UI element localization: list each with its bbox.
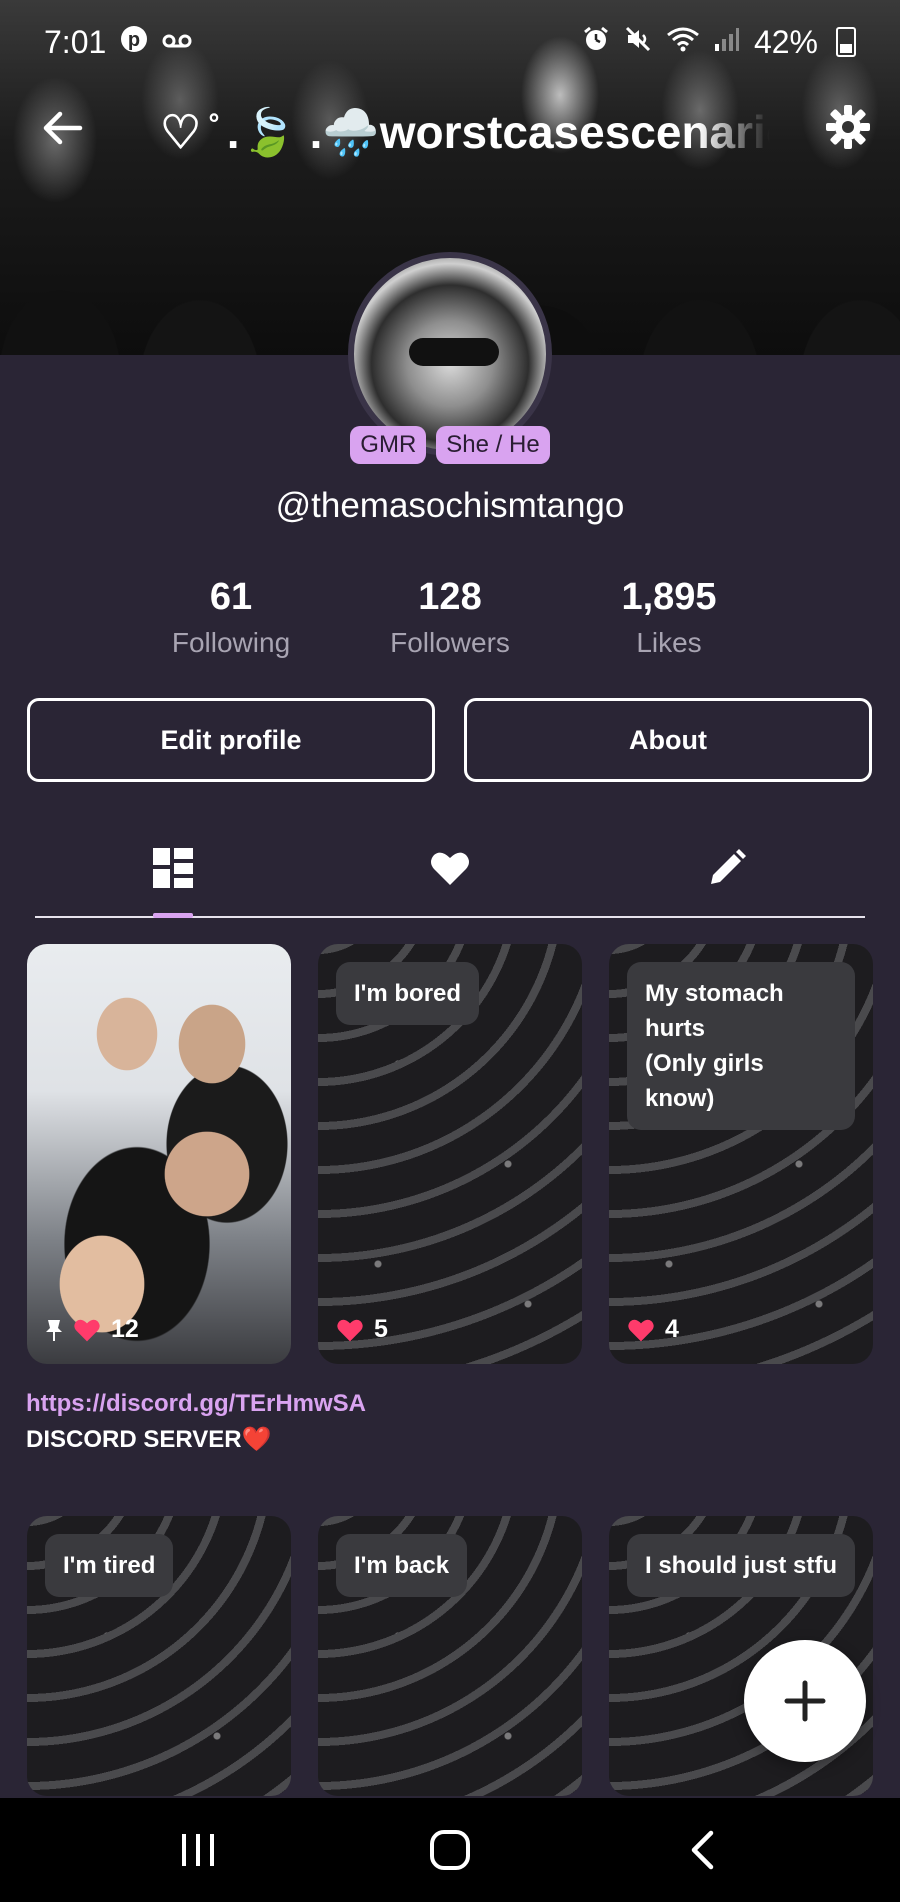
profile-tabs [35, 826, 865, 918]
badge-gmr: GMR [350, 426, 427, 464]
home-icon [430, 1830, 470, 1870]
profile-stats: 61 Following 128 Followers 1,895 Likes [0, 576, 900, 676]
back-arrow-icon [43, 111, 83, 145]
home-button[interactable] [420, 1824, 480, 1876]
battery-icon [836, 27, 856, 57]
heart-icon [74, 1319, 100, 1341]
username: @themasochismtango [275, 486, 625, 525]
post-card-text: I should just stfu [627, 1534, 855, 1597]
caption-text: DISCORD SERVER❤️ [26, 1426, 272, 1453]
status-bar: 7:01 p 42% [0, 0, 900, 84]
like-count: 12 [111, 1315, 139, 1343]
tab-likes[interactable] [420, 838, 480, 898]
heart-icon [337, 1319, 363, 1341]
battery-percent: 42% [753, 23, 818, 60]
stat-following[interactable]: 61 Following [121, 576, 341, 659]
system-back-button[interactable] [672, 1824, 732, 1876]
chevron-left-icon [691, 1830, 714, 1870]
post-card-likes: 5 [336, 1315, 388, 1344]
gear-icon [826, 105, 870, 149]
system-nav-bar [0, 1798, 900, 1902]
clock: 7:01 [44, 23, 107, 60]
wifi-icon [666, 25, 700, 60]
stat-following-value: 61 [209, 576, 253, 618]
post-card-likes: 12 [45, 1315, 139, 1344]
svg-text:p: p [128, 29, 140, 51]
pencil-icon [711, 849, 746, 884]
post-card-text: My stomach hurts (Only girls know) [627, 962, 855, 1130]
heart-icon [431, 852, 469, 885]
pinterest-icon: p [120, 25, 148, 60]
stat-likes-label: Likes [636, 627, 702, 658]
voicemail-icon [162, 27, 192, 58]
signal-icon [714, 26, 740, 59]
settings-button[interactable] [825, 104, 871, 150]
recent-apps-button[interactable] [168, 1824, 228, 1876]
tab-posts[interactable] [143, 838, 203, 898]
page-title: ♡ ̊ .🍃 .🌧️worstcasescenario [160, 106, 770, 158]
post-card-3[interactable]: My stomach hurts (Only girls know) 4 [609, 944, 873, 1364]
avatar-mask-detail [409, 338, 499, 366]
post-caption: https://discord.gg/TErHmwSA DISCORD SERV… [26, 1386, 365, 1458]
stat-followers-label: Followers [390, 627, 510, 658]
stat-likes-value: 1,895 [621, 576, 717, 618]
recent-apps-icon [182, 1834, 214, 1866]
post-card-text: I'm tired [45, 1534, 174, 1597]
edit-profile-button[interactable]: Edit profile [27, 698, 435, 782]
mute-icon [624, 25, 652, 60]
stat-followers[interactable]: 128 Followers [340, 576, 560, 659]
alarm-icon [582, 25, 610, 60]
back-button[interactable] [40, 106, 84, 150]
plus-icon [784, 1680, 826, 1722]
post-card-likes: 4 [627, 1315, 679, 1344]
post-card-5[interactable]: I'm back [318, 1516, 582, 1796]
profile-badges: GMR She / He [0, 426, 900, 464]
like-count: 4 [665, 1315, 679, 1343]
stat-following-label: Following [171, 627, 291, 658]
post-card-1[interactable]: 12 [27, 944, 291, 1364]
discord-link[interactable]: https://discord.gg/TErHmwSA [26, 1390, 365, 1417]
active-tab-indicator [153, 913, 193, 918]
posts-grid-icon [153, 848, 193, 888]
post-card-4[interactable]: I'm tired [27, 1516, 291, 1796]
top-nav: ♡ ̊ .🍃 .🌧️worstcasescenario [0, 96, 900, 166]
badge-pronouns: She / He [436, 426, 550, 464]
status-right: 42% [582, 24, 856, 61]
post-card-2[interactable]: I'm bored 5 [318, 944, 582, 1364]
post-card-text: I'm bored [336, 962, 480, 1025]
post-card-text: I'm back [336, 1534, 468, 1597]
status-left: 7:01 p [44, 24, 192, 61]
pin-icon [46, 1319, 62, 1341]
heart-icon [628, 1319, 654, 1341]
stat-followers-value: 128 [418, 576, 482, 618]
stat-likes[interactable]: 1,895 Likes [559, 576, 779, 659]
about-button[interactable]: About [464, 698, 872, 782]
like-count: 5 [374, 1315, 388, 1343]
tab-drafts[interactable] [697, 838, 757, 898]
create-post-button[interactable] [744, 1640, 866, 1762]
